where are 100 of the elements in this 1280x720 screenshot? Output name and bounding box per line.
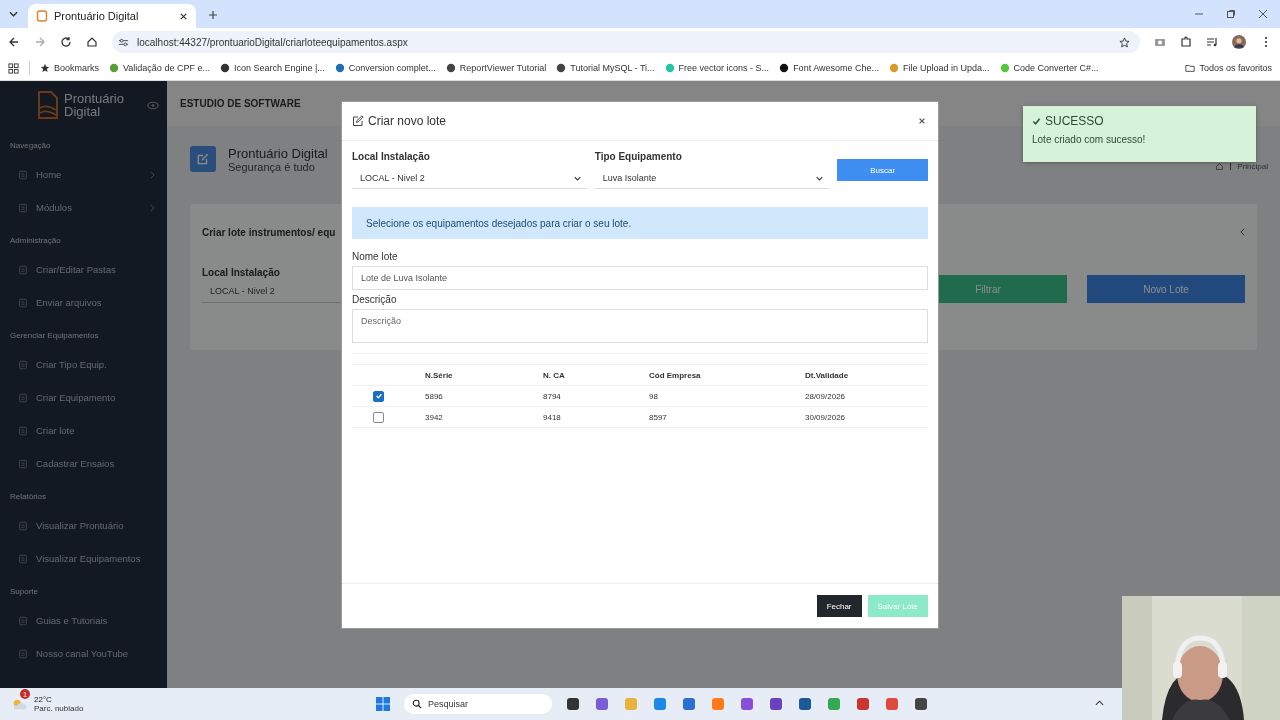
restore-icon[interactable] [1226, 9, 1236, 19]
apps-icon[interactable] [8, 62, 19, 74]
equipment-type-select[interactable]: Luva Isolante [594, 168, 830, 189]
breadcrumb-link[interactable]: Principal [1237, 162, 1268, 171]
check-icon [1032, 116, 1041, 126]
info-alert: Selecione os equipamentos desejados para criar o seu lote. [352, 207, 928, 239]
search-icon [412, 699, 422, 709]
site-icon [999, 63, 1010, 73]
field-label: Nome lote [352, 251, 399, 262]
chevron-right-icon [150, 203, 155, 212]
app-icon[interactable] [913, 696, 929, 712]
modal-title: Criar novo lote [368, 114, 447, 128]
menu-item-icon [18, 615, 28, 626]
bookmark[interactable]: Free vector icons - S... [664, 63, 770, 73]
field-label: Local Instalação [202, 267, 281, 278]
card-title: Criar lote instrumentos/ equ [202, 226, 336, 238]
checkbox[interactable] [373, 390, 384, 402]
table-cell-text: 5896 [425, 391, 444, 401]
temperature: 22°C [34, 695, 53, 704]
document-logo-icon [36, 90, 60, 120]
close-button[interactable]: Fechar [816, 595, 862, 617]
bookmark[interactable]: Font Awesome Che... [779, 63, 879, 73]
section-heading: Relatórios [9, 491, 47, 503]
bookmark[interactable]: Validação de CPF e... [109, 63, 210, 73]
site-icon [109, 63, 119, 73]
site-settings-icon[interactable] [118, 36, 129, 48]
menu-item-icon [18, 520, 28, 531]
page-title: Prontuário Digital [228, 146, 328, 161]
tab-title: Prontuário Digital [54, 10, 140, 22]
document-icon [36, 10, 48, 22]
app-icon[interactable] [768, 696, 784, 712]
menu-item-icon [18, 648, 28, 659]
site-icon [334, 63, 345, 73]
checkbox[interactable] [373, 411, 384, 423]
section-heading: Navegação [9, 140, 52, 152]
batch-name-field[interactable]: Lote de Luva Isolante [352, 266, 928, 290]
section-heading: Administração [9, 235, 62, 247]
bookmark[interactable]: Icon Search Engine |... [219, 63, 325, 73]
folder-icon [1185, 63, 1196, 73]
table-cell-text: 30/09/2026 [805, 412, 847, 422]
edit-icon [190, 146, 216, 172]
close-icon[interactable] [179, 11, 188, 21]
table-cell-text: 8597 [649, 412, 668, 422]
chevron-down-icon[interactable] [9, 11, 18, 17]
app-icon[interactable] [797, 696, 813, 712]
table-cell-text: 9418 [543, 412, 562, 422]
back-icon[interactable] [8, 36, 20, 48]
menu-item-icon [18, 359, 28, 370]
page-subtitle: Segurança é tudo [228, 161, 316, 173]
menu-item-icon [18, 458, 28, 469]
table-cell-text: 3942 [425, 412, 444, 422]
chevron-left-icon[interactable] [1240, 228, 1245, 236]
browser-tab[interactable]: Prontuário Digital [28, 4, 196, 28]
description-field[interactable]: Descrição [352, 309, 928, 343]
weather-condition: Parc. nublado [34, 704, 84, 713]
site-icon [219, 63, 230, 73]
menu-item-icon [18, 392, 28, 403]
bookmark[interactable]: Code Converter C#... [999, 63, 1099, 73]
bookmark[interactable]: ReportViewer Tutorial [445, 63, 547, 73]
toast-title: SUCESSO [1045, 114, 1104, 128]
section-heading: Gerenciar Equipamentos [9, 330, 100, 342]
field-label: Descrição [352, 294, 398, 305]
column-header: N. CA [543, 370, 566, 380]
new-tab-icon[interactable] [208, 10, 218, 20]
menu-item-icon [18, 425, 28, 436]
star-icon[interactable] [1119, 36, 1130, 48]
column-header: Dt.Validade [805, 370, 850, 380]
bookmark[interactable]: Bookmarks [40, 63, 99, 73]
home-icon[interactable] [86, 36, 98, 48]
menu-item-icon [18, 169, 28, 180]
avatar-icon[interactable] [1232, 35, 1246, 49]
logo-text: Prontuário Digital [64, 92, 124, 118]
reload-icon[interactable] [60, 36, 72, 48]
windows-start-icon[interactable] [375, 696, 391, 712]
chevron-right-icon [150, 170, 155, 179]
column-header: N.Série [425, 370, 454, 380]
field-label: Tipo Equipamento [594, 151, 683, 162]
section-heading: Suporte [9, 586, 40, 598]
bookmark[interactable]: File Upload in Upda... [889, 63, 990, 73]
camera-icon[interactable] [1154, 36, 1166, 48]
bookmark[interactable]: Tutorial MySQL - Ti... [556, 63, 655, 73]
close-icon[interactable] [918, 117, 926, 125]
media-icon[interactable] [1206, 36, 1218, 48]
taskbar-search-field[interactable]: Pesquisar [404, 694, 552, 714]
chevron-up-icon[interactable] [1095, 700, 1104, 706]
all-bookmarks-folder[interactable]: Todos os favoritos [1185, 63, 1272, 73]
app-icon[interactable] [565, 696, 581, 712]
table-cell-text: 28/09/2026 [805, 391, 847, 401]
menu-item-icon [18, 202, 28, 213]
site-icon [556, 63, 567, 73]
close-icon[interactable] [1258, 9, 1268, 19]
site-icon [445, 63, 456, 73]
bookmark[interactable]: Conversion complet... [334, 63, 436, 73]
star-icon [40, 63, 50, 73]
site-icon [889, 63, 899, 73]
menu-item-icon [18, 264, 28, 275]
address-field[interactable]: localhost:44327/prontuarioDigital/criarloteequipamentos.aspx [112, 31, 1140, 53]
column-header: Cód Empresa [649, 370, 702, 380]
location-select[interactable]: LOCAL - Nivel 2 [352, 168, 587, 189]
edit-icon [352, 115, 364, 127]
